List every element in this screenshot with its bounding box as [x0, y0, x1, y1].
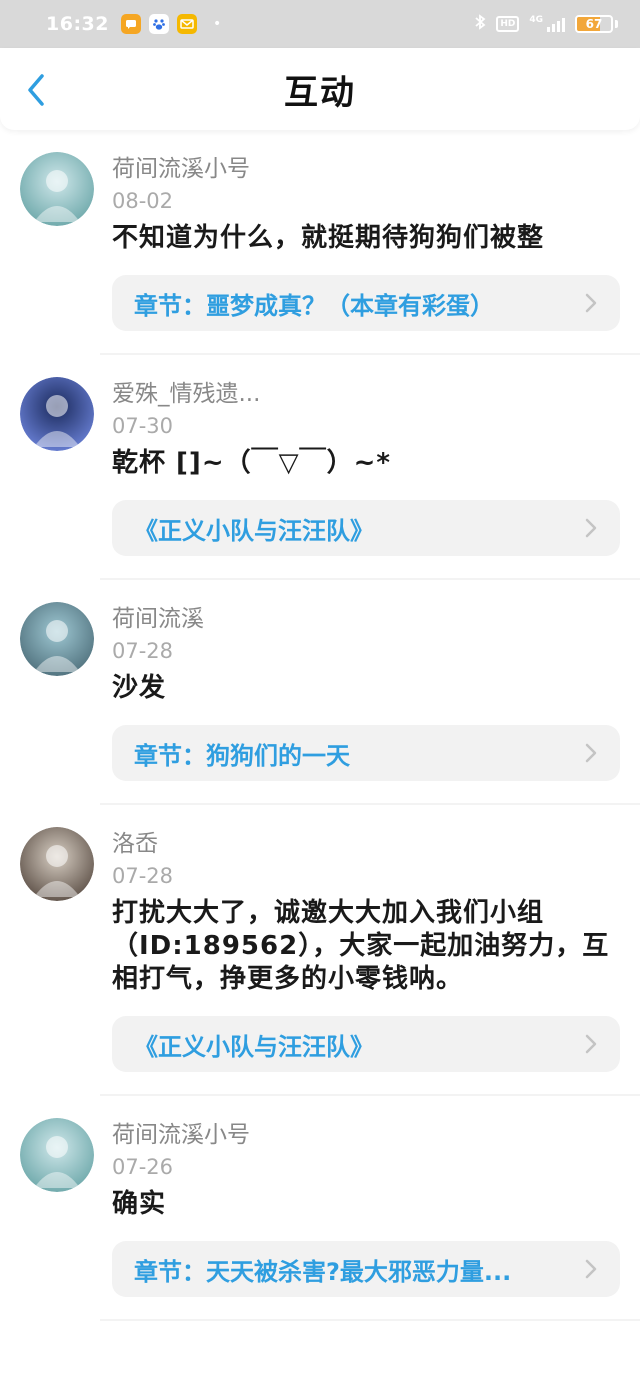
- comment-text[interactable]: 确实: [112, 1188, 620, 1221]
- post-date: 07-26: [112, 1155, 174, 1179]
- reference-label: 章节：噩梦成真？（本章有彩蛋）: [134, 291, 494, 320]
- comment-item: 荷间流溪 07-28 沙发 章节：狗狗们的一天: [20, 580, 640, 805]
- comment-text[interactable]: 不知道为什么，就挺期待狗狗们被整: [112, 222, 620, 255]
- status-notification-icons: •: [120, 14, 222, 34]
- navigation-bar: 互动: [0, 48, 640, 130]
- more-notifications-dot: •: [212, 16, 222, 32]
- avatar-image: [20, 152, 94, 226]
- comment-text[interactable]: 乾杯 []~（￣▽￣）~*: [112, 447, 620, 480]
- battery-icon: 67: [575, 15, 613, 33]
- bluetooth-icon: [474, 13, 486, 35]
- reference-link[interactable]: 《正义小队与汪汪队》: [112, 1016, 620, 1072]
- comment-item: 爱殊_情残遗... 07-30 乾杯 []~（￣▽￣）~* 《正义小队与汪汪队》: [20, 355, 640, 580]
- back-button[interactable]: [18, 70, 54, 110]
- comment-item: 荷间流溪小号 07-26 确实 章节：天天被杀害?最大邪恶力量...: [20, 1096, 640, 1321]
- reference-link[interactable]: 《正义小队与汪汪队》: [112, 500, 620, 556]
- user-name[interactable]: 洛岙: [112, 829, 620, 859]
- status-bar: 16:32 • HD 4G 67: [0, 0, 640, 48]
- avatar[interactable]: [20, 1118, 94, 1192]
- battery-percent: 67: [585, 17, 603, 31]
- avatar[interactable]: [20, 602, 94, 676]
- user-name[interactable]: 荷间流溪小号: [112, 154, 620, 184]
- avatar[interactable]: [20, 152, 94, 226]
- signal-strength-icon: [547, 16, 565, 32]
- user-name[interactable]: 荷间流溪: [112, 604, 620, 634]
- chevron-right-icon: [585, 1259, 597, 1279]
- reference-label: 章节：天天被杀害?最大邪恶力量...: [134, 1257, 512, 1286]
- post-date: 07-28: [112, 864, 174, 888]
- user-name[interactable]: 荷间流溪小号: [112, 1120, 620, 1150]
- avatar[interactable]: [20, 377, 94, 451]
- reference-link[interactable]: 章节：狗狗们的一天: [112, 725, 620, 781]
- avatar-image: [20, 602, 94, 676]
- avatar[interactable]: [20, 827, 94, 901]
- post-date: 07-28: [112, 639, 174, 663]
- reference-label: 《正义小队与汪汪队》: [134, 1032, 374, 1061]
- comment-item: 荷间流溪小号 08-02 不知道为什么，就挺期待狗狗们被整 章节：噩梦成真？（本…: [20, 130, 640, 355]
- chevron-left-icon: [28, 74, 44, 106]
- avatar-image: [20, 377, 94, 451]
- message-app-icon: [120, 14, 141, 34]
- reference-label: 《正义小队与汪汪队》: [134, 516, 374, 545]
- comment-text[interactable]: 打扰大大了，诚邀大大加入我们小组（ID:189562），大家一起加油努力，互相打…: [112, 897, 620, 996]
- chevron-right-icon: [585, 293, 597, 313]
- status-system-icons: HD 4G 67: [474, 0, 618, 48]
- chevron-right-icon: [585, 743, 597, 763]
- user-name[interactable]: 爱殊_情残遗...: [112, 379, 620, 409]
- reference-link[interactable]: 章节：噩梦成真？（本章有彩蛋）: [112, 275, 620, 331]
- post-date: 08-02: [112, 189, 174, 213]
- interaction-feed: 荷间流溪小号 08-02 不知道为什么，就挺期待狗狗们被整 章节：噩梦成真？（本…: [0, 130, 640, 1321]
- status-time: 16:32: [46, 13, 109, 35]
- baidu-app-icon: [148, 14, 169, 34]
- chevron-right-icon: [585, 518, 597, 538]
- avatar-image: [20, 827, 94, 901]
- post-date: 07-30: [112, 414, 174, 438]
- reference-link[interactable]: 章节：天天被杀害?最大邪恶力量...: [112, 1241, 620, 1297]
- hd-call-icon: HD: [496, 16, 520, 32]
- comment-item: 洛岙 07-28 打扰大大了，诚邀大大加入我们小组（ID:189562），大家一…: [20, 805, 640, 1096]
- comment-text[interactable]: 沙发: [112, 672, 620, 705]
- battery-cap: [615, 20, 618, 28]
- chevron-right-icon: [585, 1034, 597, 1054]
- reference-label: 章节：狗狗们的一天: [134, 741, 350, 770]
- network-type: 4G: [529, 14, 543, 25]
- page-title: 互动: [284, 72, 356, 113]
- avatar-image: [20, 1118, 94, 1192]
- mail-app-icon: [176, 14, 197, 34]
